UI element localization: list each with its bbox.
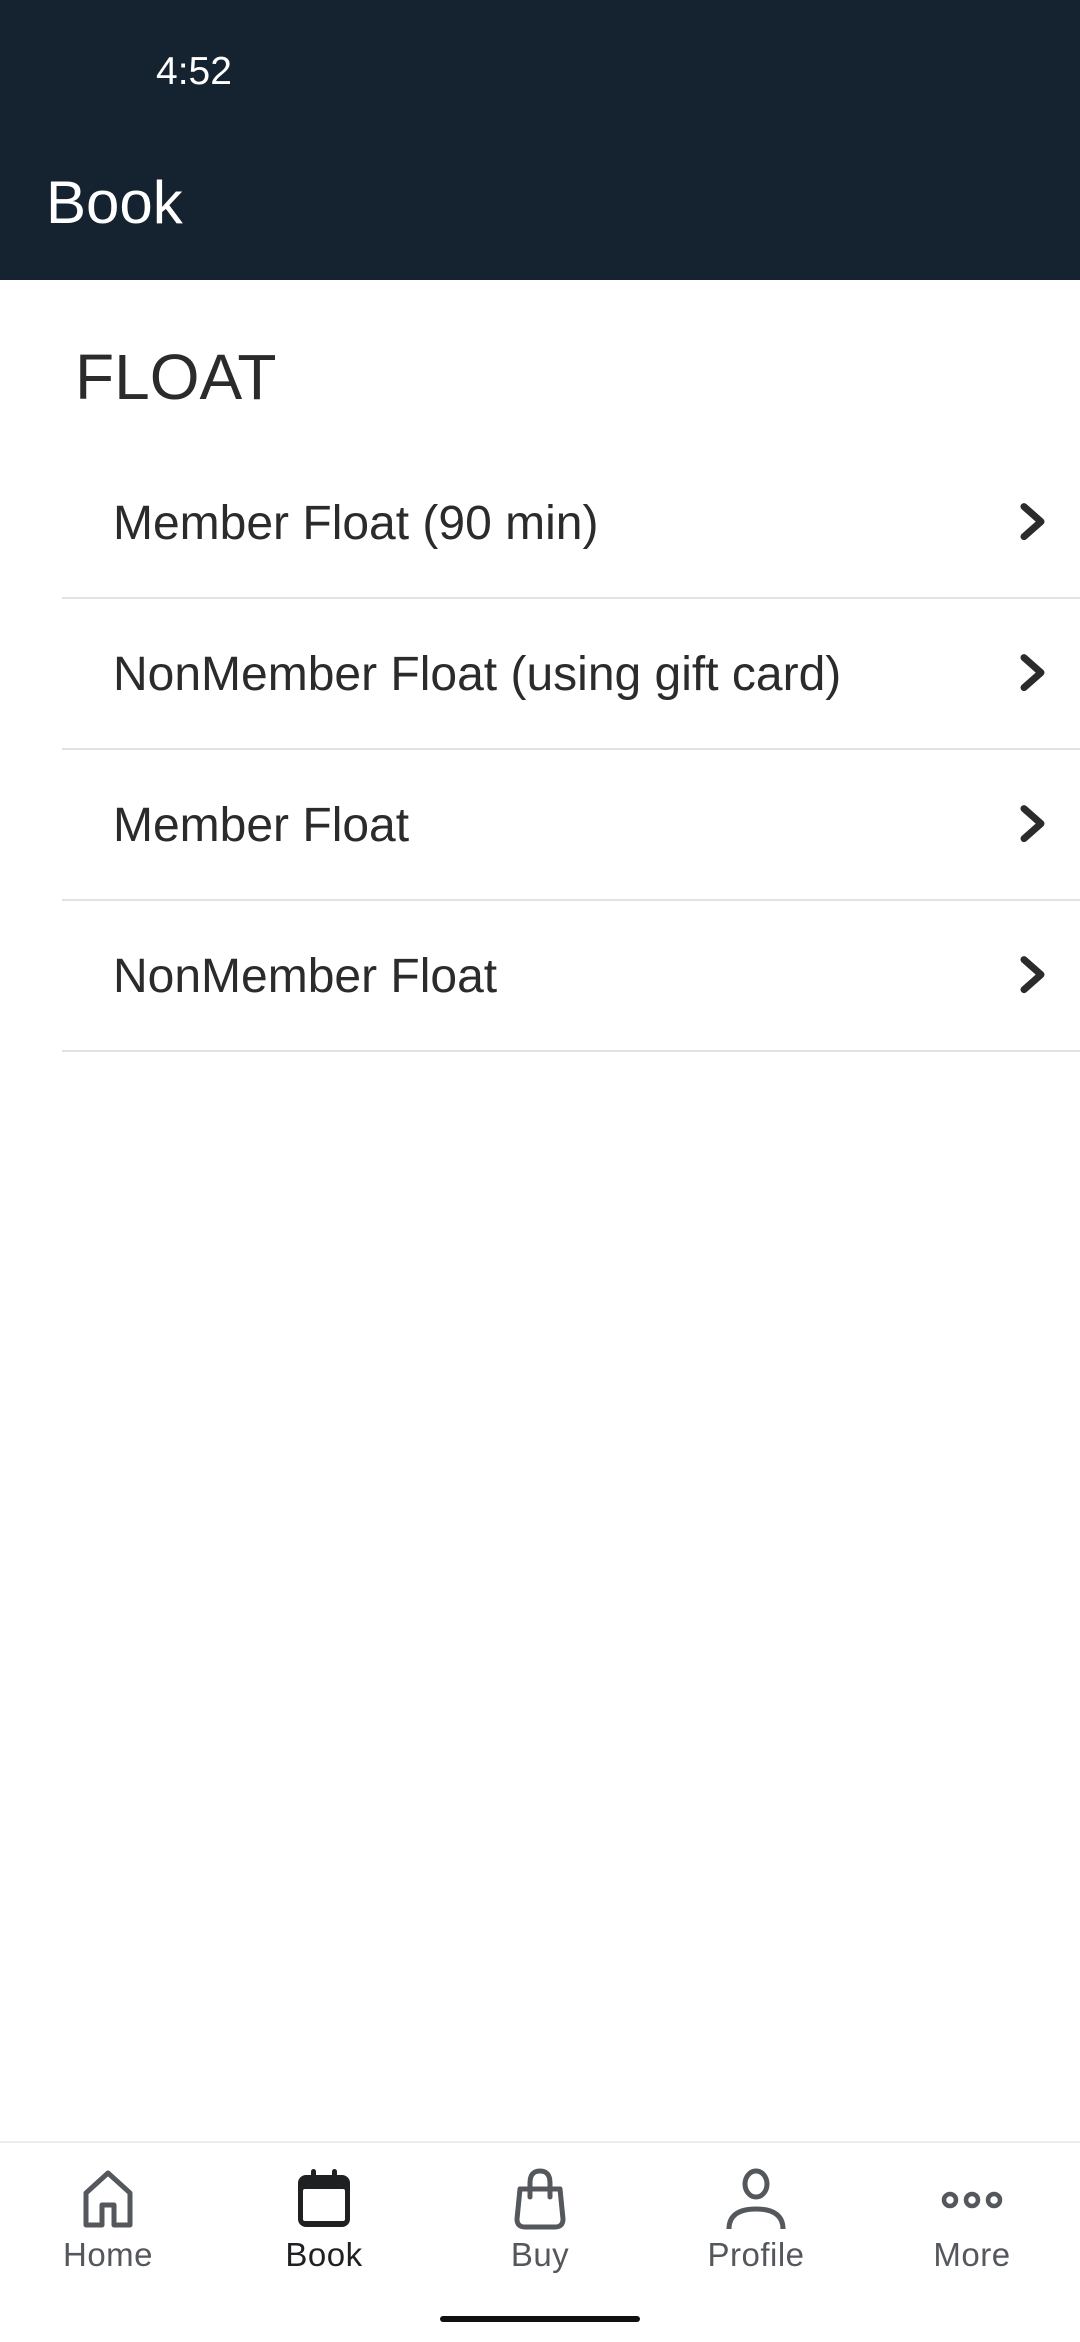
list-item-nonmember-float-gift-card[interactable]: NonMember Float (using gift card): [0, 599, 1080, 750]
tab-label: Profile: [707, 2236, 805, 2273]
list-item-member-float-90[interactable]: Member Float (90 min): [0, 448, 1080, 599]
section-title: FLOAT: [75, 341, 277, 413]
chevron-right-icon: [1020, 955, 1045, 993]
list-item-label: Member Float: [113, 798, 410, 852]
calendar-icon: [298, 2169, 350, 2227]
divider: [62, 1050, 1080, 1052]
chevron-right-icon: [1020, 502, 1045, 540]
tab-home[interactable]: Home: [0, 2143, 216, 2342]
status-bar-time: 4:52: [156, 50, 232, 93]
list-item-label: NonMember Float (using gift card): [113, 647, 842, 701]
list-item-nonmember-float[interactable]: NonMember Float: [0, 901, 1080, 1052]
home-icon: [83, 2170, 133, 2228]
tab-profile[interactable]: Profile: [648, 2143, 864, 2342]
shopping-bag-icon: [514, 2168, 566, 2230]
list-item-member-float[interactable]: Member Float: [0, 750, 1080, 901]
tab-label: Buy: [510, 2236, 570, 2273]
service-list: Member Float (90 min) NonMember Float (u…: [0, 448, 1080, 1052]
home-indicator-bar[interactable]: [440, 2316, 640, 2322]
bottom-tab-bar: Home Book Buy Profile More: [0, 2141, 1080, 2342]
list-item-label: Member Float (90 min): [113, 496, 599, 550]
app-header: 4:52 Book: [0, 0, 1080, 280]
chevron-right-icon: [1020, 653, 1045, 691]
more-dots-icon: [941, 2191, 1003, 2209]
tab-book[interactable]: Book: [216, 2143, 432, 2342]
chevron-right-icon: [1020, 804, 1045, 842]
tab-label: More: [933, 2236, 1011, 2273]
list-item-label: NonMember Float: [113, 949, 498, 1003]
tab-buy[interactable]: Buy: [432, 2143, 648, 2342]
page-title: Book: [46, 169, 183, 236]
tab-label: Book: [285, 2236, 363, 2273]
tab-label: Home: [62, 2236, 154, 2273]
tab-more[interactable]: More: [864, 2143, 1080, 2342]
person-icon: [726, 2168, 786, 2230]
